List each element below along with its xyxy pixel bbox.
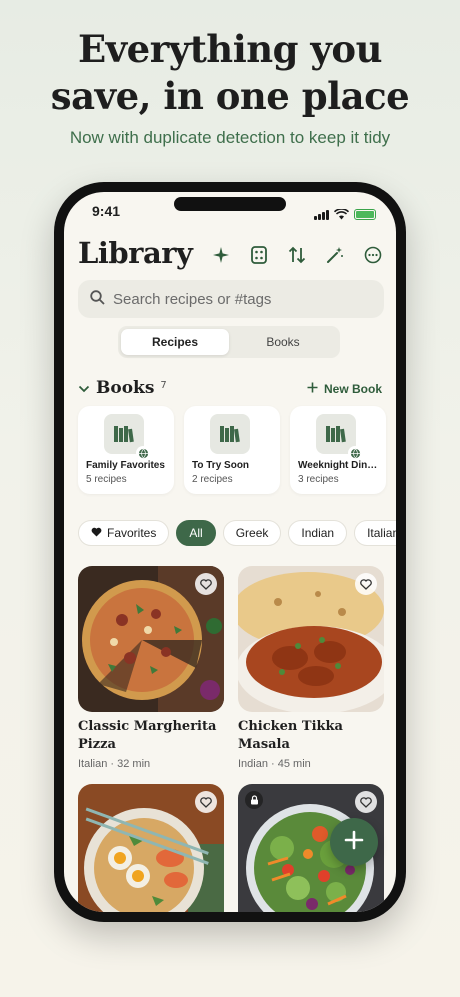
favorite-button[interactable] bbox=[355, 791, 377, 813]
plus-icon bbox=[344, 830, 364, 854]
book-recipe-count: 2 recipes bbox=[192, 474, 233, 485]
page-title: Library bbox=[78, 236, 193, 270]
dice-icon[interactable] bbox=[248, 244, 269, 265]
chip-favorites[interactable]: Favorites bbox=[78, 520, 170, 546]
books-count: 7 bbox=[160, 379, 167, 391]
status-icons bbox=[314, 205, 376, 224]
chevron-down-icon[interactable] bbox=[78, 379, 90, 398]
recipe-photo-pizza bbox=[78, 566, 224, 712]
book-name: To Try Soon bbox=[192, 460, 250, 471]
books-section-header[interactable]: Books 7 bbox=[78, 378, 167, 398]
segment-books[interactable]: Books bbox=[229, 329, 337, 355]
wifi-icon bbox=[333, 205, 350, 224]
marketing-headline: Everything you save, in one place bbox=[0, 26, 460, 120]
book-card[interactable]: Family Favorites 5 recipes bbox=[78, 406, 174, 494]
favorite-button[interactable] bbox=[195, 791, 217, 813]
book-recipe-count: 3 recipes bbox=[298, 474, 339, 485]
book-name: Family Favorites bbox=[86, 460, 165, 471]
recipe-title: Chicken Tikka Masala bbox=[238, 719, 343, 752]
globe-icon bbox=[348, 446, 362, 460]
recipe-photo-ramen bbox=[78, 784, 224, 912]
sparkle-icon[interactable] bbox=[210, 244, 231, 265]
book-name: Weeknight Din… bbox=[298, 460, 378, 471]
recipe-title: Classic Margherita Pizza bbox=[78, 719, 217, 752]
bookshelf-icon bbox=[104, 414, 150, 460]
favorite-button[interactable] bbox=[195, 573, 217, 595]
header-toolbar bbox=[210, 244, 383, 265]
search-input[interactable] bbox=[113, 290, 363, 308]
status-time: 9:41 bbox=[92, 203, 121, 219]
recipe-photo-tikka-masala bbox=[238, 566, 384, 712]
chip-all[interactable]: All bbox=[176, 520, 216, 546]
headline-line-2: save, in one place bbox=[50, 74, 410, 118]
filter-chips: Favorites All Greek Indian Italian bbox=[78, 520, 396, 546]
headline-line-1: Everything you bbox=[77, 27, 383, 71]
magic-wand-icon[interactable] bbox=[324, 244, 345, 265]
phone-frame: 9:41 Library Search recipes or #tags Rec… bbox=[54, 182, 406, 922]
marketing-subhead: Now with duplicate detection to keep it … bbox=[69, 128, 391, 147]
sort-icon[interactable] bbox=[286, 244, 307, 265]
add-recipe-button[interactable] bbox=[330, 818, 378, 866]
dynamic-island bbox=[174, 197, 286, 211]
signal-icon bbox=[314, 209, 329, 220]
chip-indian[interactable]: Indian bbox=[288, 520, 348, 546]
bookshelf-icon bbox=[210, 414, 250, 454]
recipe-card[interactable]: Chicken Tikka Masala Indian · 45 min bbox=[238, 566, 384, 770]
segment-recipes[interactable]: Recipes bbox=[121, 329, 229, 355]
plus-icon bbox=[307, 382, 318, 396]
segmented-control: Recipes Books bbox=[118, 326, 340, 358]
recipe-card[interactable]: Classic Margherita Pizza Italian · 32 mi… bbox=[78, 566, 224, 770]
book-card[interactable]: Weeknight Din… 3 recipes bbox=[290, 406, 386, 494]
chip-label: Favorites bbox=[107, 526, 157, 540]
new-book-label: New Book bbox=[323, 382, 382, 396]
recipe-card[interactable] bbox=[78, 784, 224, 912]
books-carousel: Family Favorites 5 recipes To Try Soon 2… bbox=[78, 406, 386, 494]
favorite-button[interactable] bbox=[355, 573, 377, 595]
chip-greek[interactable]: Greek bbox=[222, 520, 282, 546]
heart-filled-icon bbox=[91, 526, 102, 540]
bookshelf-icon bbox=[316, 414, 362, 460]
phone-screen: 9:41 Library Search recipes or #tags Rec… bbox=[64, 192, 396, 912]
book-recipe-count: 5 recipes bbox=[86, 474, 127, 485]
new-book-button[interactable]: New Book bbox=[307, 382, 382, 396]
globe-icon bbox=[136, 446, 150, 460]
search-icon bbox=[90, 289, 105, 309]
lock-icon bbox=[245, 791, 263, 809]
books-title: Books bbox=[96, 378, 155, 398]
book-card[interactable]: To Try Soon 2 recipes bbox=[184, 406, 280, 494]
more-icon[interactable] bbox=[362, 244, 383, 265]
recipe-meta: Italian · 32 min bbox=[78, 758, 151, 770]
recipe-meta: Indian · 45 min bbox=[238, 758, 311, 770]
chip-italian[interactable]: Italian bbox=[354, 520, 396, 546]
search-bar[interactable] bbox=[78, 280, 384, 318]
battery-icon bbox=[354, 209, 376, 220]
